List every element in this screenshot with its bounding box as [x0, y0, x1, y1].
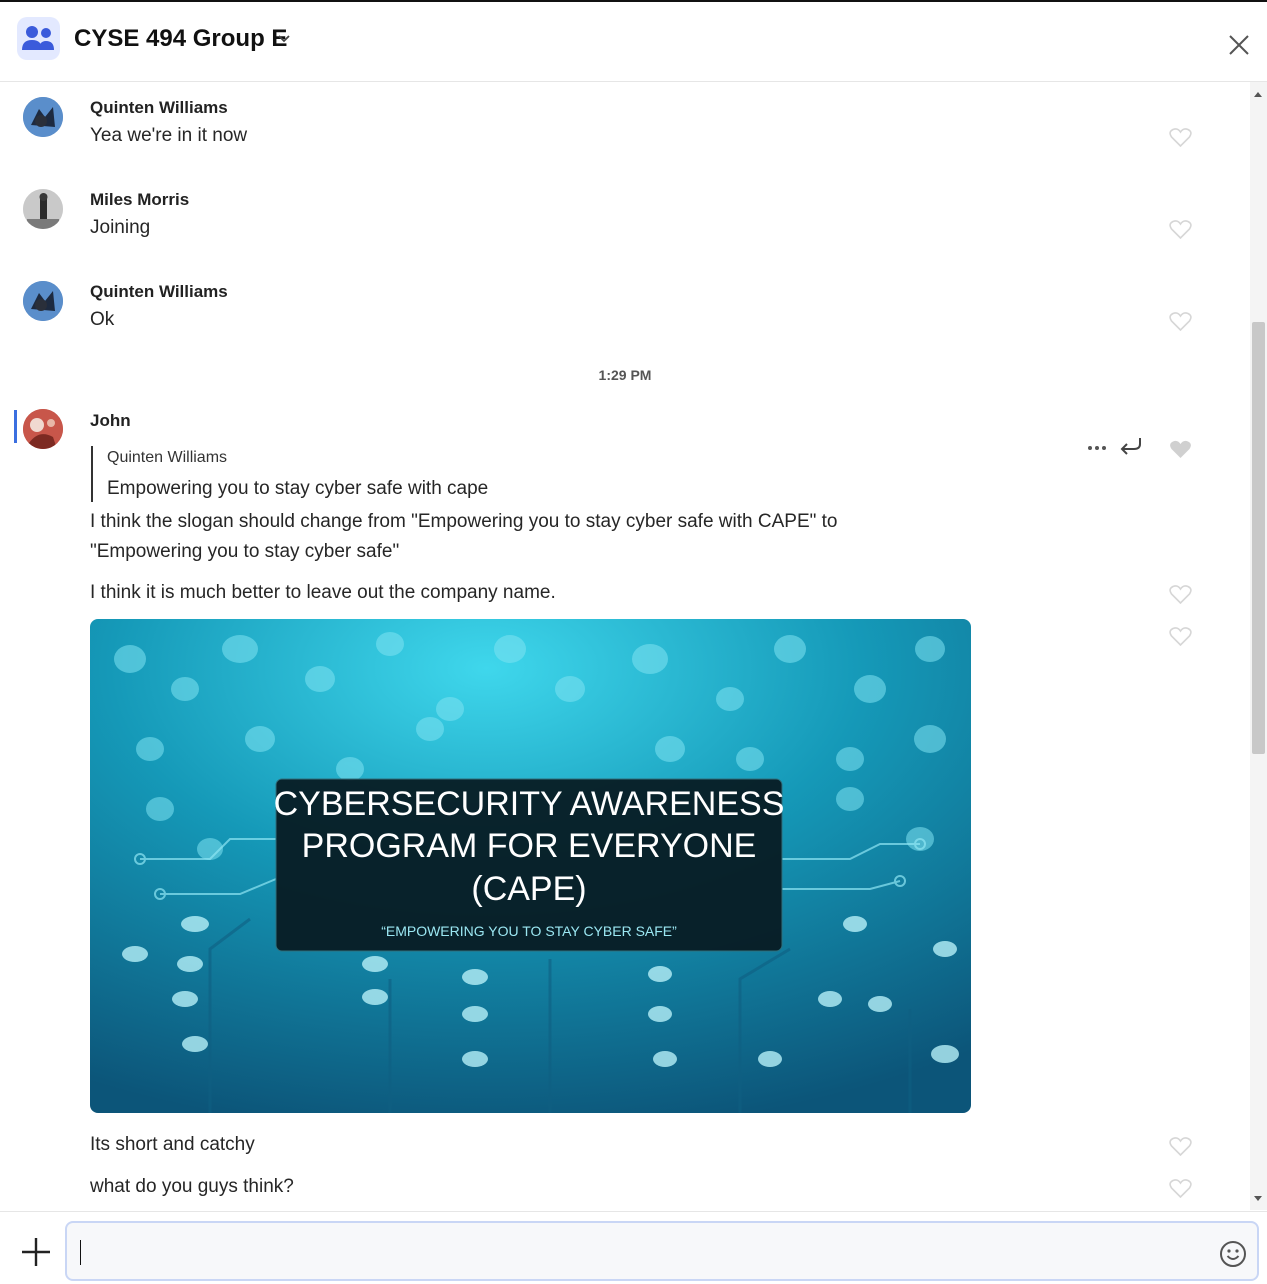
reply-icon[interactable]: [1118, 435, 1144, 462]
chat-header: CYSE 494 Group E: [0, 2, 1267, 82]
heart-icon[interactable]: [1169, 626, 1192, 647]
message-input[interactable]: [65, 1221, 1259, 1281]
group-icon[interactable]: [17, 17, 60, 60]
message-text: Its short and catchy: [90, 1134, 255, 1155]
message-text: Ok: [90, 309, 115, 330]
avatar-john[interactable]: [23, 409, 63, 449]
quoted-author: Quinten Williams: [107, 449, 228, 466]
more-icon[interactable]: [1086, 438, 1108, 463]
heart-icon[interactable]: [1169, 1136, 1192, 1157]
avatar-quinten-williams[interactable]: [23, 281, 63, 321]
image-slogan: “EMPOWERING YOU TO STAY CYBER SAFE”: [381, 923, 677, 939]
quote-bar: [91, 446, 93, 502]
avatar-quinten-williams[interactable]: [23, 97, 63, 137]
image-title-line2: PROGRAM FOR EVERYONE: [302, 827, 757, 865]
message-sender: John: [90, 411, 131, 430]
message-text: what do you guys think?: [90, 1176, 294, 1197]
heart-icon[interactable]: [1169, 1178, 1192, 1199]
image-title-line1: CYBERSECURITY AWARENESS: [274, 785, 785, 823]
quoted-text: Empowering you to stay cyber safe with c…: [107, 478, 489, 499]
heart-icon[interactable]: [1169, 311, 1192, 332]
heart-icon[interactable]: [1169, 127, 1192, 148]
message-sender: Quinten Williams: [90, 282, 228, 301]
selected-message-indicator: [14, 410, 17, 443]
close-icon[interactable]: [1226, 32, 1252, 63]
message-text: "Empowering you to stay cyber safe": [90, 541, 400, 562]
heart-icon[interactable]: [1169, 219, 1192, 240]
chevron-down-icon[interactable]: [277, 31, 291, 49]
scrollbar-thumb[interactable]: [1252, 322, 1265, 754]
avatar-miles-morris[interactable]: [23, 189, 63, 229]
image-attachment[interactable]: CYBERSECURITY AWARENESS PROGRAM FOR EVER…: [90, 619, 971, 1113]
message-text: Joining: [90, 217, 151, 238]
heart-icon[interactable]: [1169, 584, 1192, 605]
timestamp-divider: 1:29 PM: [598, 367, 652, 383]
message-sender: Miles Morris: [90, 190, 190, 209]
heart-icon[interactable]: [1169, 439, 1192, 460]
image-title-line3: (CAPE): [471, 870, 586, 908]
chat-title[interactable]: CYSE 494 Group E: [74, 25, 287, 53]
scroll-down-arrow-icon[interactable]: [1254, 1196, 1262, 1201]
scroll-up-arrow-icon[interactable]: [1254, 92, 1262, 97]
plus-icon[interactable]: [20, 1236, 52, 1273]
emoji-icon[interactable]: [1218, 1239, 1248, 1274]
message-text: I think the slogan should change from "E…: [90, 511, 838, 532]
message-text: I think it is much better to leave out t…: [90, 582, 556, 603]
message-text: Yea we're in it now: [90, 125, 248, 146]
message-sender: Quinten Williams: [90, 98, 228, 117]
text-cursor: [80, 1240, 81, 1265]
